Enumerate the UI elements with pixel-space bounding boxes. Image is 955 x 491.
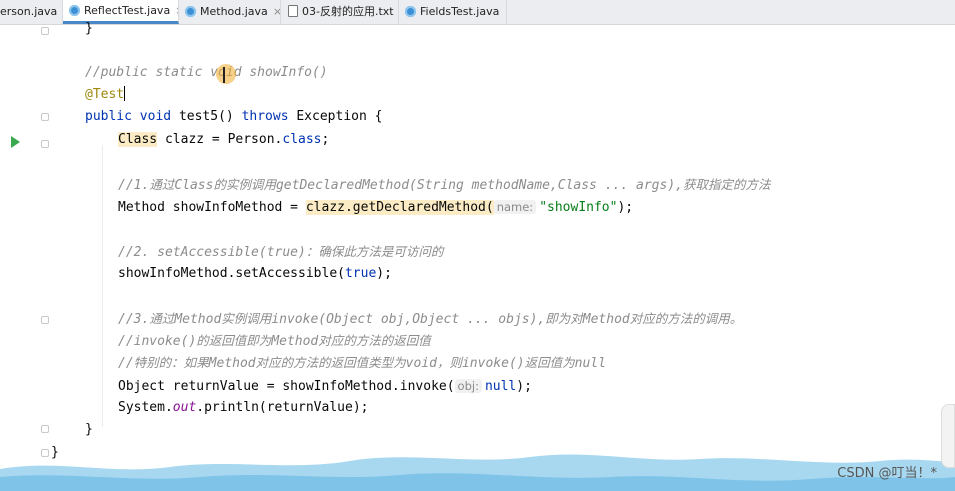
fold-toggle[interactable] — [41, 140, 49, 148]
close-icon[interactable]: × — [504, 5, 506, 18]
code-editor[interactable]: } //public static void showInfo() @Test … — [51, 21, 955, 491]
tab-label: ReflectTest.java — [84, 4, 171, 17]
tab-method-java[interactable]: Method.java × — [179, 0, 281, 24]
fold-toggle[interactable] — [41, 316, 49, 324]
tab-person-java[interactable]: erson.java — [0, 0, 63, 24]
tab-fieldstest-java[interactable]: FieldsTest.java × — [399, 0, 507, 24]
ibeam-cursor-icon — [223, 67, 225, 83]
code-line: Object returnValue = showInfoMethod.invo… — [118, 379, 532, 394]
text-file-icon — [288, 5, 298, 17]
watermark-text: CSDN @叮当！* — [837, 466, 937, 481]
code-line: //3.通过Method实例调用invoke(Object obj,Object… — [118, 311, 743, 327]
code-line: System.out.println(returnValue); — [118, 400, 369, 415]
tab-label: Method.java — [200, 5, 268, 18]
close-icon[interactable]: × — [273, 5, 280, 18]
code-line: public void test5() throws Exception { — [85, 109, 383, 124]
fold-toggle[interactable] — [41, 27, 49, 35]
parameter-hint: obj: — [454, 379, 482, 393]
text-caret — [124, 86, 126, 101]
code-line: } — [85, 422, 93, 437]
code-line: //public static void showInfo() — [85, 65, 328, 80]
code-line: @Test — [85, 86, 126, 102]
tab-label: 03-反射的应用.txt — [302, 5, 394, 18]
code-line: //1.通过Class的实例调用getDeclaredMethod(String… — [118, 177, 771, 193]
scroll-handle[interactable] — [941, 404, 955, 468]
code-line: Method showInfoMethod = clazz.getDeclare… — [118, 200, 634, 215]
code-line: showInfoMethod.setAccessible(true); — [118, 266, 392, 281]
tab-reflecttest-java[interactable]: ReflectTest.java× — [63, 0, 179, 24]
java-class-icon — [185, 6, 196, 17]
code-line: //invoke()的返回值即为Method对应的方法的返回值 — [118, 333, 431, 349]
parameter-hint: name: — [493, 200, 537, 214]
java-class-icon — [69, 5, 80, 16]
decorative-wave — [0, 454, 955, 491]
code-line: //2. setAccessible(true)：确保此方法是可访问的 — [118, 244, 444, 260]
tab-reflection-txt[interactable]: 03-反射的应用.txt× — [281, 0, 399, 24]
fold-toggle[interactable] — [41, 425, 49, 433]
editor-gutter — [0, 25, 55, 491]
editor-tab-bar: erson.java ReflectTest.java× Method.java… — [0, 0, 955, 25]
code-line: //特别的：如果Method对应的方法的返回值类型为void，则invoke()… — [118, 355, 606, 371]
tab-label: FieldsTest.java — [420, 5, 500, 18]
fold-toggle[interactable] — [41, 113, 49, 121]
code-line: Class clazz = Person.class; — [118, 132, 330, 147]
code-line: } — [85, 21, 93, 36]
mouse-cursor-highlight — [216, 64, 236, 84]
run-test-icon[interactable] — [11, 136, 20, 148]
tab-label: erson.java — [0, 5, 58, 18]
indent-guide — [102, 145, 103, 427]
java-class-icon — [405, 6, 416, 17]
